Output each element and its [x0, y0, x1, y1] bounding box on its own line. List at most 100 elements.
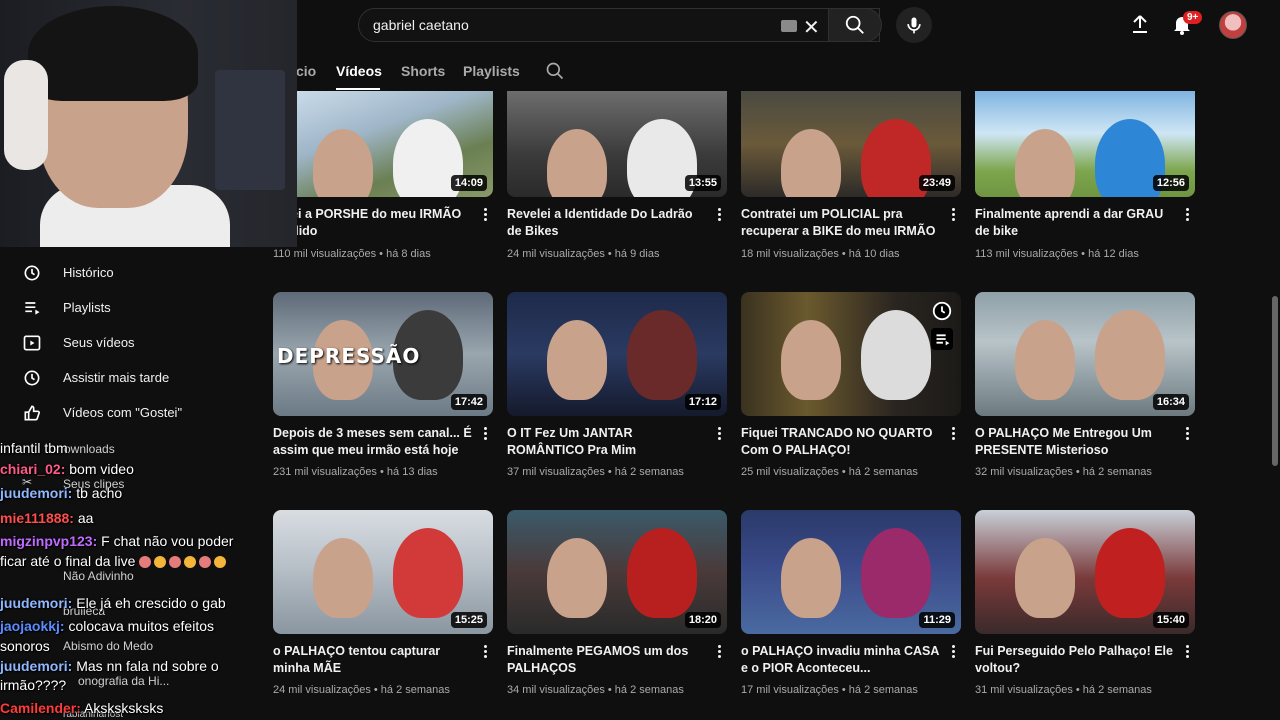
- video-thumbnail[interactable]: 15:40: [975, 510, 1195, 634]
- video-meta: 31 mil visualizações • há 2 semanas: [975, 684, 1200, 696]
- video-meta: 110 mil visualizações • há 8 dias: [273, 248, 498, 260]
- thumbnail-figure: [547, 129, 607, 197]
- sidebar-subscription[interactable]: onografia da Hi...: [78, 674, 169, 688]
- more-options-icon[interactable]: [1183, 206, 1191, 224]
- emoji-icon: [154, 556, 167, 569]
- video-thumbnail[interactable]: DEPRESSÃO 17:42: [273, 292, 493, 416]
- video-title[interactable]: o PALHAÇO invadiu minha CASA e o PIOR Ac…: [741, 643, 941, 677]
- tab-playlists[interactable]: Playlists: [463, 63, 520, 79]
- history-icon: [24, 265, 40, 281]
- sidebar-item-watch-later[interactable]: Assistir mais tarde: [0, 361, 270, 396]
- sidebar-subscription[interactable]: Abismo do Medo: [63, 639, 153, 653]
- sidebar-item-your-videos[interactable]: Seus vídeos: [0, 326, 270, 361]
- thumbnail-figure: [1095, 310, 1165, 400]
- sidebar-item-playlists[interactable]: Playlists: [0, 291, 270, 326]
- more-options-icon[interactable]: [481, 206, 489, 224]
- video-thumbnail[interactable]: 13:55: [507, 91, 727, 197]
- tab-home[interactable]: cio: [296, 63, 316, 79]
- video-thumbnail[interactable]: 14:09: [273, 91, 493, 197]
- video-thumbnail[interactable]: 23:49: [741, 91, 961, 197]
- sidebar-subscription[interactable]: Não Adivinho: [63, 569, 134, 583]
- video-card[interactable]: DEPRESSÃO 17:42 Depois de 3 meses sem cana…: [273, 292, 493, 492]
- video-thumbnail[interactable]: 11:29: [741, 510, 961, 634]
- clear-search-icon[interactable]: ✕: [803, 15, 820, 40]
- sidebar-item-downloads[interactable]: ownloads: [64, 442, 115, 456]
- chat-username: migzinpvp123:: [0, 533, 98, 549]
- sidebar-item-liked-videos[interactable]: Vídeos com "Gostei": [0, 396, 270, 431]
- upload-age: há 2 semanas: [380, 684, 450, 696]
- duration-badge: 14:09: [450, 175, 487, 191]
- more-options-icon[interactable]: [715, 643, 723, 661]
- video-card[interactable]: 12:56 Finalmente aprendi a dar GRAU de bi…: [975, 91, 1195, 321]
- voice-search-button[interactable]: [896, 7, 932, 43]
- chat-message: juudemori: Mas nn fala nd sobre o: [0, 658, 219, 674]
- playlist-icon: [25, 302, 40, 315]
- thumbnail-figure: [313, 538, 373, 618]
- video-card[interactable]: 13:55 Revelei a Identidade Do Ladrão de B…: [507, 91, 727, 321]
- channel-search-icon[interactable]: [545, 61, 565, 81]
- video-title[interactable]: Depois de 3 meses sem canal... É assim q…: [273, 425, 473, 459]
- video-card[interactable]: 23:49 Contratei um POLICIAL pra recuperar…: [741, 91, 961, 321]
- video-card[interactable]: 15:25 o PALHAÇO tentou capturar minha MÃE…: [273, 510, 493, 710]
- upload-icon[interactable]: [1128, 12, 1152, 36]
- add-to-queue-icon[interactable]: [931, 328, 953, 355]
- sidebar-item-history[interactable]: Histórico: [0, 256, 270, 291]
- video-card[interactable]: 17:12 O IT Fez Um JANTAR ROMÂNTICO Pra Mi…: [507, 292, 727, 492]
- video-card[interactable]: 18:20 Finalmente PEGAMOS um dos PALHAÇOS 3…: [507, 510, 727, 710]
- meta-separator: •: [604, 684, 615, 696]
- more-options-icon[interactable]: [481, 425, 489, 443]
- video-meta: 17 mil visualizações • há 2 semanas: [741, 684, 966, 696]
- like-icon: [24, 405, 41, 421]
- view-count: 32 mil visualizações: [975, 466, 1073, 478]
- keyboard-icon[interactable]: [781, 20, 797, 32]
- more-options-icon[interactable]: [1183, 425, 1191, 443]
- chat-username: Camilender:: [0, 700, 81, 716]
- view-count: 113 mil visualizações: [975, 248, 1079, 260]
- video-title[interactable]: Finalmente PEGAMOS um dos PALHAÇOS: [507, 643, 707, 677]
- video-meta: 24 mil visualizações • há 2 semanas: [273, 684, 498, 696]
- video-card[interactable]: Fiquei TRANCADO NO QUARTO Com O PALHAÇO!…: [741, 292, 961, 492]
- video-card[interactable]: 11:29 o PALHAÇO invadiu minha CASA e o PI…: [741, 510, 961, 710]
- video-thumbnail[interactable]: 15:25: [273, 510, 493, 634]
- page-scrollbar[interactable]: [1272, 296, 1278, 466]
- thumbnail-figure: [1015, 129, 1075, 197]
- video-title[interactable]: ...uei a PORSHE do meu IRMÃO ...ndido: [273, 206, 473, 240]
- video-title[interactable]: Revelei a Identidade Do Ladrão de Bikes: [507, 206, 707, 240]
- video-title[interactable]: Contratei um POLICIAL pra recuperar a BI…: [741, 206, 941, 240]
- more-options-icon[interactable]: [715, 425, 723, 443]
- duration-badge: 18:20: [684, 612, 721, 628]
- video-title[interactable]: Fiquei TRANCADO NO QUARTO Com O PALHAÇO!: [741, 425, 941, 459]
- video-card[interactable]: 14:09 ...uei a PORSHE do meu IRMÃO ...ndi…: [273, 91, 493, 321]
- watch-later-icon[interactable]: [931, 300, 953, 327]
- chat-message: Camilender: Aksksksksks: [0, 700, 163, 716]
- video-card[interactable]: 16:34 O PALHAÇO Me Entregou Um PRESENTE M…: [975, 292, 1195, 492]
- video-meta: 25 mil visualizações • há 2 semanas: [741, 466, 966, 478]
- view-count: 31 mil visualizações: [975, 684, 1073, 696]
- more-options-icon[interactable]: [949, 425, 957, 443]
- video-thumbnail[interactable]: [741, 292, 961, 416]
- video-thumbnail[interactable]: 17:12: [507, 292, 727, 416]
- view-count: 34 mil visualizações: [507, 684, 605, 696]
- video-title[interactable]: Finalmente aprendi a dar GRAU de bike: [975, 206, 1175, 240]
- search-input[interactable]: gabriel caetano ✕: [358, 8, 880, 42]
- video-title[interactable]: Fui Perseguido Pelo Palhaço! Ele voltou?: [975, 643, 1175, 677]
- video-thumbnail[interactable]: 12:56: [975, 91, 1195, 197]
- tab-shorts[interactable]: Shorts: [401, 63, 445, 79]
- chat-text: aa: [77, 510, 94, 526]
- more-options-icon[interactable]: [949, 206, 957, 224]
- video-title[interactable]: O PALHAÇO Me Entregou Um PRESENTE Mister…: [975, 425, 1175, 459]
- search-query[interactable]: gabriel caetano: [373, 17, 469, 33]
- video-thumbnail[interactable]: 18:20: [507, 510, 727, 634]
- account-avatar[interactable]: [1219, 11, 1247, 39]
- background-monitor: [215, 70, 285, 190]
- more-options-icon[interactable]: [715, 206, 723, 224]
- video-thumbnail[interactable]: 16:34: [975, 292, 1195, 416]
- video-title[interactable]: o PALHAÇO tentou capturar minha MÃE: [273, 643, 473, 677]
- more-options-icon[interactable]: [1183, 643, 1191, 661]
- more-options-icon[interactable]: [949, 643, 957, 661]
- tab-videos[interactable]: Vídeos: [336, 63, 382, 79]
- more-options-icon[interactable]: [481, 643, 489, 661]
- video-title[interactable]: O IT Fez Um JANTAR ROMÂNTICO Pra Mim: [507, 425, 707, 459]
- video-card[interactable]: 15:40 Fui Perseguido Pelo Palhaço! Ele vo…: [975, 510, 1195, 710]
- search-button[interactable]: [828, 8, 882, 42]
